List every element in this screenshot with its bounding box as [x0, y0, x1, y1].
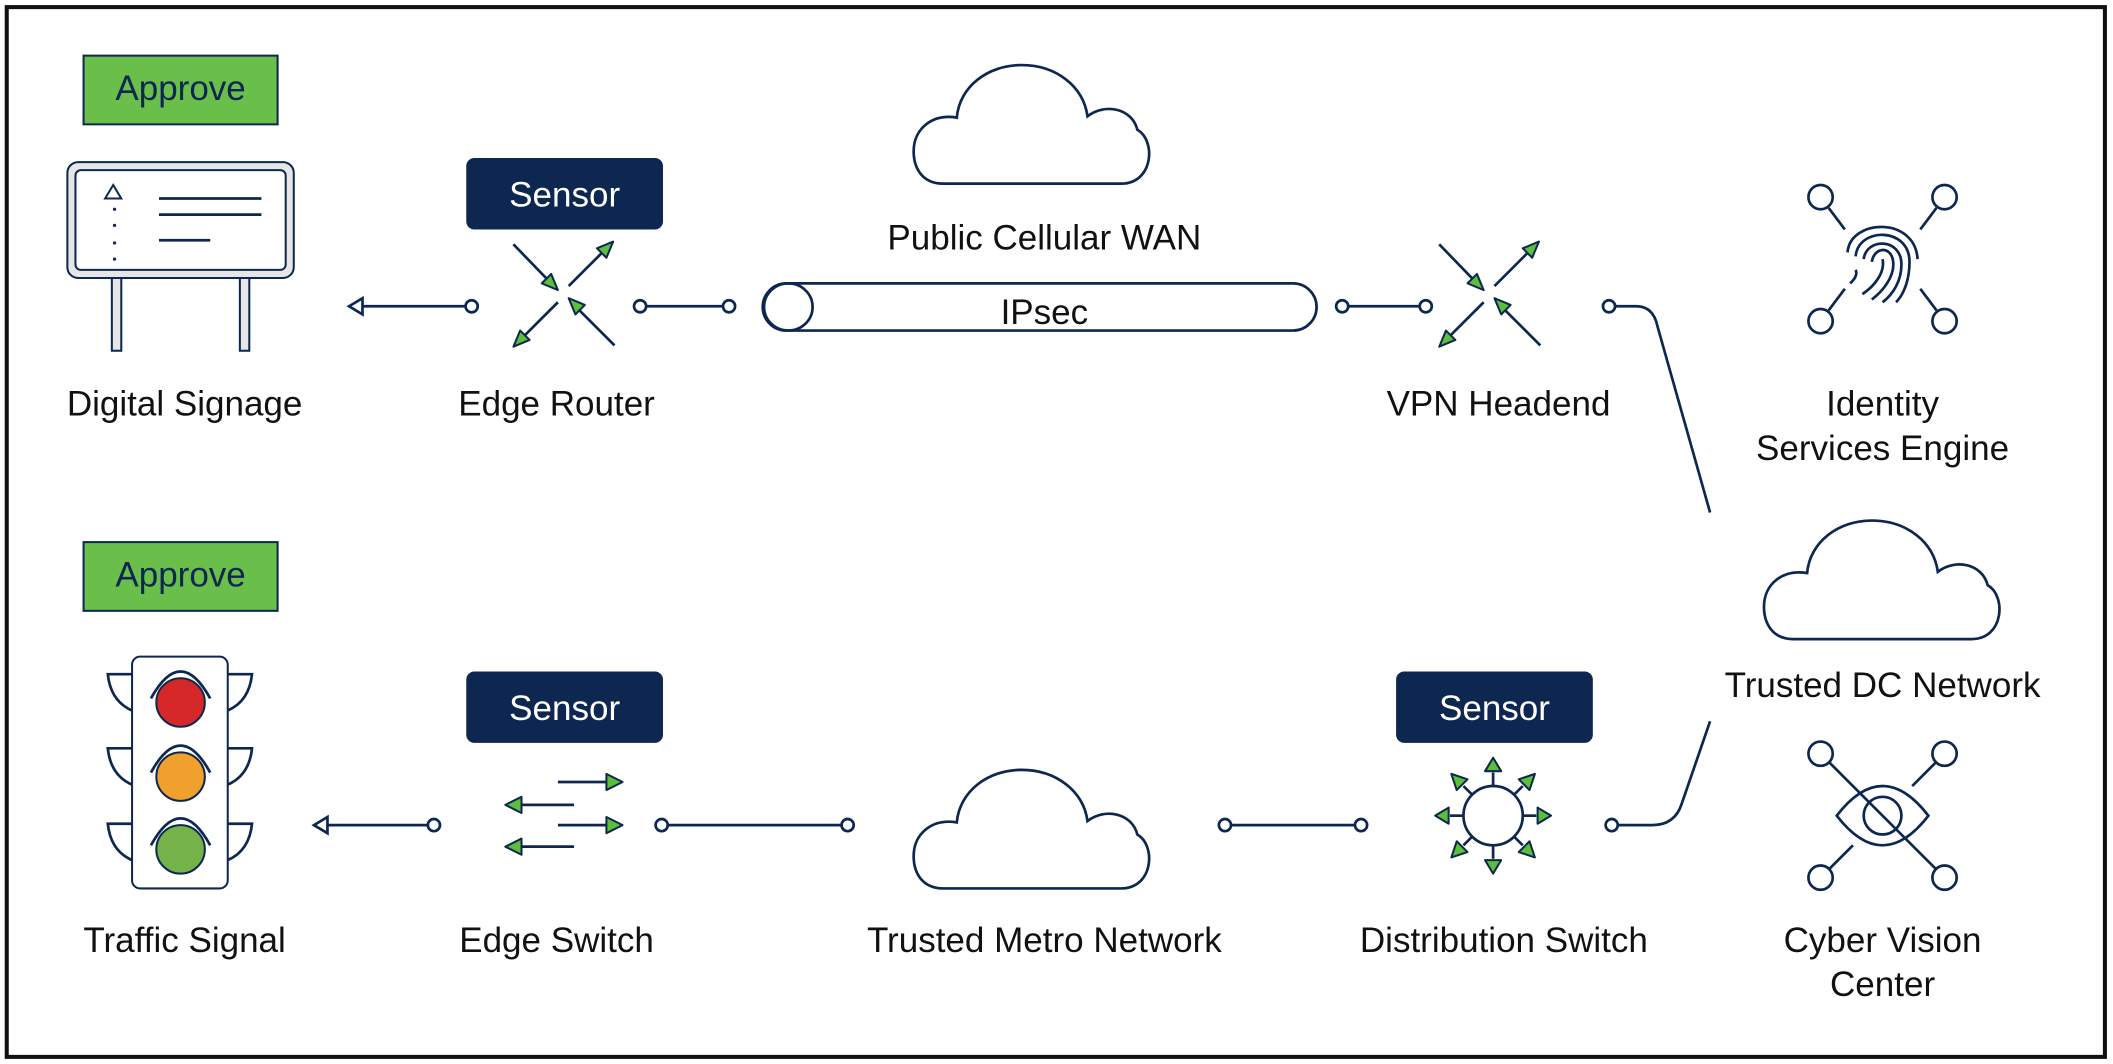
wan-label: Public Cellular WAN	[887, 219, 1201, 258]
metro-network-label: Trusted Metro Network	[867, 921, 1222, 960]
cloud-icon	[1762, 519, 2001, 641]
link-tunnel-to-vpn	[1334, 298, 1434, 314]
frame-border	[4, 5, 2107, 1059]
distribution-switch-icon	[1434, 756, 1553, 875]
red-light	[155, 677, 206, 728]
vpn-headend-icon	[1438, 240, 1542, 348]
edge-router-label: Edge Router	[458, 384, 655, 423]
vpn-headend-label: VPN Headend	[1387, 384, 1611, 423]
sensor-label: Sensor	[509, 176, 620, 215]
ise-label-line1: Identity	[1826, 384, 1939, 423]
traffic-signal-icon	[106, 655, 254, 890]
sensor-label: Sensor	[509, 689, 620, 728]
sensor-badge-router: Sensor	[466, 158, 664, 230]
cyber-vision-eye-icon	[1807, 740, 1959, 892]
dc-network-label: Trusted DC Network	[1725, 666, 2041, 705]
link-vpn-to-dc	[1601, 298, 1712, 513]
amber-light	[155, 751, 206, 802]
sensor-badge-distribution: Sensor	[1396, 671, 1593, 743]
traffic-signal-label: Traffic Signal	[83, 921, 285, 960]
digital-signage-icon	[66, 161, 295, 352]
network-diagram: Approve Approve Digital Signage Sensor E…	[4, 5, 2107, 1059]
digital-signage-label: Digital Signage	[67, 384, 303, 423]
approve-label: Approve	[115, 556, 245, 595]
link-dc-to-distribution	[1604, 720, 1712, 833]
link-router-to-signage	[346, 295, 480, 317]
cyber-vision-label-line1: Cyber Vision	[1784, 921, 1982, 960]
green-light	[155, 824, 206, 875]
link-switch-to-signal	[311, 814, 442, 836]
approve-badge-top: Approve	[82, 54, 279, 126]
cloud-icon	[912, 63, 1151, 185]
edge-switch-icon	[504, 772, 624, 856]
link-metro-to-distribution	[1217, 817, 1369, 833]
sensor-label: Sensor	[1439, 689, 1550, 728]
link-router-to-tunnel	[632, 298, 737, 314]
link-switch-to-metro	[654, 817, 856, 833]
cloud-icon	[912, 768, 1151, 890]
approve-label: Approve	[115, 69, 245, 108]
sensor-badge-edge-switch: Sensor	[466, 671, 664, 743]
approve-badge-bottom: Approve	[82, 541, 279, 612]
cyber-vision-label-line2: Center	[1830, 965, 1935, 1004]
ipsec-tunnel: IPsec	[761, 282, 1318, 332]
edge-switch-label: Edge Switch	[459, 921, 654, 960]
edge-router-icon	[512, 240, 616, 348]
ise-label-line2: Services Engine	[1756, 429, 2009, 468]
tunnel-label: IPsec	[1001, 293, 1089, 332]
fingerprint-icon	[1807, 183, 1959, 335]
distribution-switch-label: Distribution Switch	[1360, 921, 1648, 960]
